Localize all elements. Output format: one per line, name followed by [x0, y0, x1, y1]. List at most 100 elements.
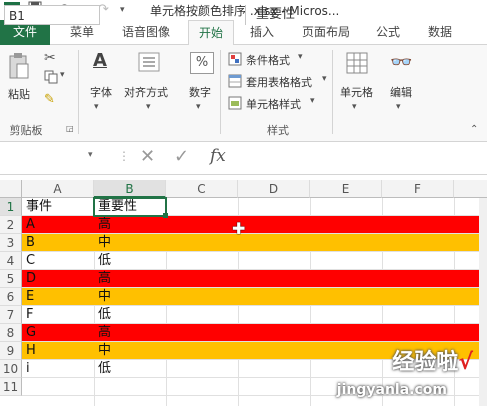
cell-style-icon — [228, 96, 242, 113]
tab-home[interactable]: 开始 — [188, 20, 234, 46]
cell-a[interactable]: B — [26, 234, 35, 252]
row-header[interactable]: 6 — [0, 288, 22, 306]
table-row — [22, 324, 487, 342]
copy-dropdown-icon[interactable]: ▾ — [60, 70, 65, 80]
copy-icon[interactable] — [44, 70, 58, 87]
enter-icon[interactable]: ✓ — [174, 146, 189, 167]
conditional-format-dropdown-icon[interactable]: ▾ — [298, 52, 303, 62]
cell-b[interactable]: 低 — [98, 252, 111, 270]
cell-b[interactable]: 中 — [98, 288, 111, 306]
row-header[interactable]: 5 — [0, 270, 22, 288]
vertical-scrollbar[interactable] — [479, 198, 487, 406]
number-button[interactable]: 数字 — [189, 84, 211, 100]
tab-voice-image[interactable]: 语音图像 — [114, 20, 178, 44]
name-box-dropdown-icon[interactable]: ▾ — [88, 150, 93, 160]
paste-button[interactable]: 粘贴 — [8, 86, 30, 102]
cell-b[interactable]: 高 — [98, 324, 111, 342]
table-format-button[interactable]: 套用表格格式 — [246, 74, 312, 90]
row-header[interactable]: 9 — [0, 342, 22, 360]
cell-a[interactable]: G — [26, 324, 36, 342]
cell-b[interactable]: 中 — [98, 342, 111, 360]
table-row — [22, 306, 487, 324]
cell-a[interactable]: 事件 — [26, 198, 52, 216]
table-row — [22, 270, 487, 288]
font-dropdown-icon[interactable]: ▾ — [94, 102, 99, 112]
row-header[interactable]: 8 — [0, 324, 22, 342]
align-icon[interactable] — [138, 52, 160, 75]
number-dropdown-icon[interactable]: ▾ — [196, 102, 201, 112]
column-header-b[interactable]: B — [94, 180, 166, 198]
cell-b[interactable]: 中 — [98, 234, 111, 252]
cell-a[interactable]: H — [26, 342, 36, 360]
column-header-g[interactable] — [454, 180, 487, 198]
cancel-icon[interactable]: ✕ — [140, 146, 155, 167]
font-icon[interactable]: A — [88, 50, 112, 71]
cell-a[interactable]: F — [26, 306, 33, 324]
cell-a[interactable]: D — [26, 270, 36, 288]
column-header-f[interactable]: F — [382, 180, 454, 198]
table-row — [22, 216, 487, 234]
row-header[interactable]: 3 — [0, 234, 22, 252]
customize-toolbar-icon[interactable]: ▾ — [120, 1, 125, 19]
table-format-dropdown-icon[interactable]: ▾ — [322, 74, 327, 84]
group-separator — [332, 50, 333, 134]
formula-input[interactable]: 重要性 — [245, 5, 483, 25]
group-separator — [78, 50, 79, 134]
format-painter-icon[interactable]: ✎ — [44, 92, 55, 107]
cell-b[interactable]: 高 — [98, 216, 111, 234]
row-header[interactable]: 10 — [0, 360, 22, 378]
row-header[interactable]: 11 — [0, 378, 22, 396]
table-format-icon — [228, 74, 242, 91]
font-button[interactable]: 字体 — [90, 84, 112, 100]
cells-button[interactable]: 单元格 — [340, 84, 373, 100]
name-box[interactable]: B1 — [4, 5, 100, 25]
cell-b[interactable]: 低 — [98, 306, 111, 324]
cells-dropdown-icon[interactable]: ▾ — [352, 102, 357, 112]
cell-b[interactable]: 高 — [98, 270, 111, 288]
cell-style-dropdown-icon[interactable]: ▾ — [310, 96, 315, 106]
active-cell-b1[interactable] — [93, 197, 167, 217]
watermark-url: jingyanla.com — [336, 382, 447, 398]
conditional-format-button[interactable]: 条件格式 — [246, 52, 290, 68]
cell-style-button[interactable]: 单元格样式 — [246, 96, 301, 112]
table-row — [22, 252, 487, 270]
styles-group-label: 样式 — [267, 124, 289, 137]
column-header-d[interactable]: D — [238, 180, 310, 198]
cut-icon[interactable]: ✂ — [44, 50, 56, 66]
cell-a[interactable]: i — [26, 360, 30, 378]
binoculars-icon[interactable]: 👓 — [390, 52, 412, 73]
cell-b[interactable]: 低 — [98, 360, 111, 378]
column-header-c[interactable]: C — [166, 180, 238, 198]
group-separator — [220, 50, 221, 134]
row-header[interactable]: 2 — [0, 216, 22, 234]
row-header[interactable]: 1 — [0, 198, 22, 216]
conditional-format-icon — [228, 52, 242, 69]
cell-a[interactable]: E — [26, 288, 34, 306]
editing-dropdown-icon[interactable]: ▾ — [396, 102, 401, 112]
cell-a[interactable]: A — [26, 216, 35, 234]
paste-icon[interactable] — [8, 52, 30, 82]
table-row — [22, 288, 487, 306]
alignment-dropdown-icon[interactable]: ▾ — [146, 102, 151, 112]
clipboard-group-label: 剪贴板 — [9, 124, 43, 137]
column-header-e[interactable]: E — [310, 180, 382, 198]
row-header[interactable]: 7 — [0, 306, 22, 324]
fill-handle[interactable] — [163, 213, 168, 218]
cells-icon[interactable] — [346, 52, 368, 77]
more-icon: ⋮ — [118, 149, 130, 163]
watermark: 经验啦√ — [392, 350, 473, 375]
collapse-ribbon-icon[interactable]: ⌃ — [470, 124, 478, 135]
cell-a[interactable]: C — [26, 252, 35, 270]
percent-icon[interactable]: % — [190, 52, 214, 74]
editing-button[interactable]: 编辑 — [390, 84, 412, 100]
formula-bar — [0, 142, 487, 175]
alignment-button[interactable]: 对齐方式 — [124, 84, 168, 100]
column-header-a[interactable]: A — [22, 180, 94, 198]
dialog-launcher-icon[interactable]: ◲ — [66, 124, 74, 133]
table-row — [22, 198, 487, 216]
row-header[interactable]: 4 — [0, 252, 22, 270]
cursor-icon: ✚ — [232, 219, 246, 238]
table-row — [22, 234, 487, 252]
select-all-corner[interactable] — [0, 180, 22, 198]
insert-function-icon[interactable]: fx — [210, 146, 226, 166]
